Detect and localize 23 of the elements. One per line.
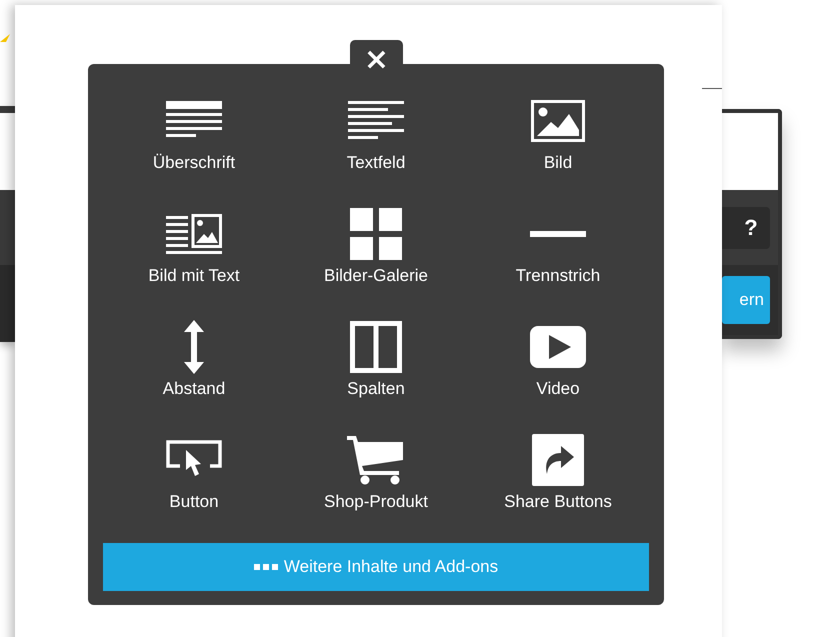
vertical-arrows-icon[interactable] bbox=[184, 320, 204, 374]
image-with-text-icon[interactable] bbox=[166, 214, 222, 254]
grid-icon[interactable] bbox=[350, 208, 402, 260]
cart-icon[interactable] bbox=[347, 435, 405, 485]
content-type-label[interactable]: Video bbox=[536, 378, 580, 400]
content-type-label[interactable]: Überschrift bbox=[152, 152, 236, 174]
content-type-label[interactable]: Spalten bbox=[347, 378, 405, 400]
input-field[interactable] bbox=[722, 113, 778, 190]
content-type-label[interactable]: Bilder-Galerie bbox=[324, 265, 428, 287]
play-icon[interactable] bbox=[530, 326, 586, 368]
dots-icon bbox=[254, 564, 278, 570]
content-type-label[interactable]: Abstand bbox=[162, 378, 226, 400]
content-type-label[interactable]: Shop-Produkt bbox=[324, 491, 428, 513]
content-type-label[interactable]: Button bbox=[169, 491, 219, 513]
content-type-label[interactable]: Textfeld bbox=[346, 152, 406, 174]
content-type-label[interactable]: Bild bbox=[544, 152, 572, 174]
content-type-label[interactable]: Trennstrich bbox=[516, 265, 600, 287]
content-type-label[interactable]: Bild mit Text bbox=[148, 265, 240, 287]
help-button[interactable]: ? bbox=[722, 206, 770, 248]
image-icon[interactable] bbox=[531, 100, 585, 142]
content-type-label[interactable]: Share Buttons bbox=[504, 491, 612, 513]
columns-icon[interactable] bbox=[350, 321, 402, 373]
logo-icon bbox=[0, 34, 10, 42]
